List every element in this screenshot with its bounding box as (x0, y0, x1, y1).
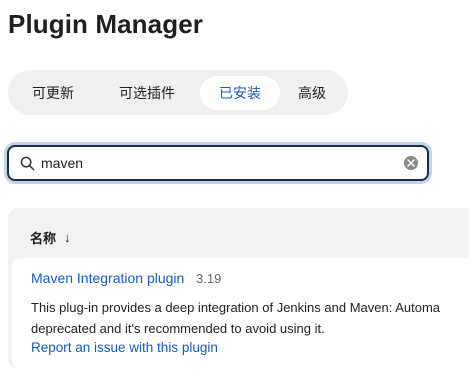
tab-advanced[interactable]: 高级 (280, 76, 344, 110)
sort-arrow-icon: ↓ (64, 230, 71, 245)
column-header-label: 名称 (30, 231, 57, 246)
search-box (7, 145, 429, 181)
clear-icon[interactable] (404, 156, 418, 170)
plugin-description-line: This plug-in provides a deep integration… (31, 300, 441, 315)
table-row: Maven Integration plugin 3.19 This plug-… (12, 258, 469, 368)
column-header-name[interactable]: 名称 ↓ (30, 228, 71, 247)
tab-available-plugins[interactable]: 可选插件 (94, 76, 200, 110)
search-input[interactable] (41, 151, 391, 175)
plugin-manager-page: Plugin Manager 可更新 可选插件 已安装 高级 名称 ↓ Mave… (0, 0, 469, 388)
plugin-tabs: 可更新 可选插件 已安装 高级 (8, 70, 348, 115)
plugin-description-line: deprecated and it's recommended to avoid… (31, 321, 325, 336)
plugin-name-link[interactable]: Maven Integration plugin (31, 270, 184, 286)
report-issue-link[interactable]: Report an issue with this plugin (31, 340, 218, 355)
installed-plugins-table: 名称 ↓ Maven Integration plugin 3.19 This … (8, 208, 469, 368)
search-icon (19, 155, 35, 171)
tab-installed[interactable]: 已安装 (200, 75, 280, 110)
tab-updates[interactable]: 可更新 (12, 76, 94, 110)
plugin-version: 3.19 (196, 271, 222, 286)
page-title: Plugin Manager (8, 9, 203, 39)
plugin-description: This plug-in provides a deep integration… (31, 297, 469, 339)
